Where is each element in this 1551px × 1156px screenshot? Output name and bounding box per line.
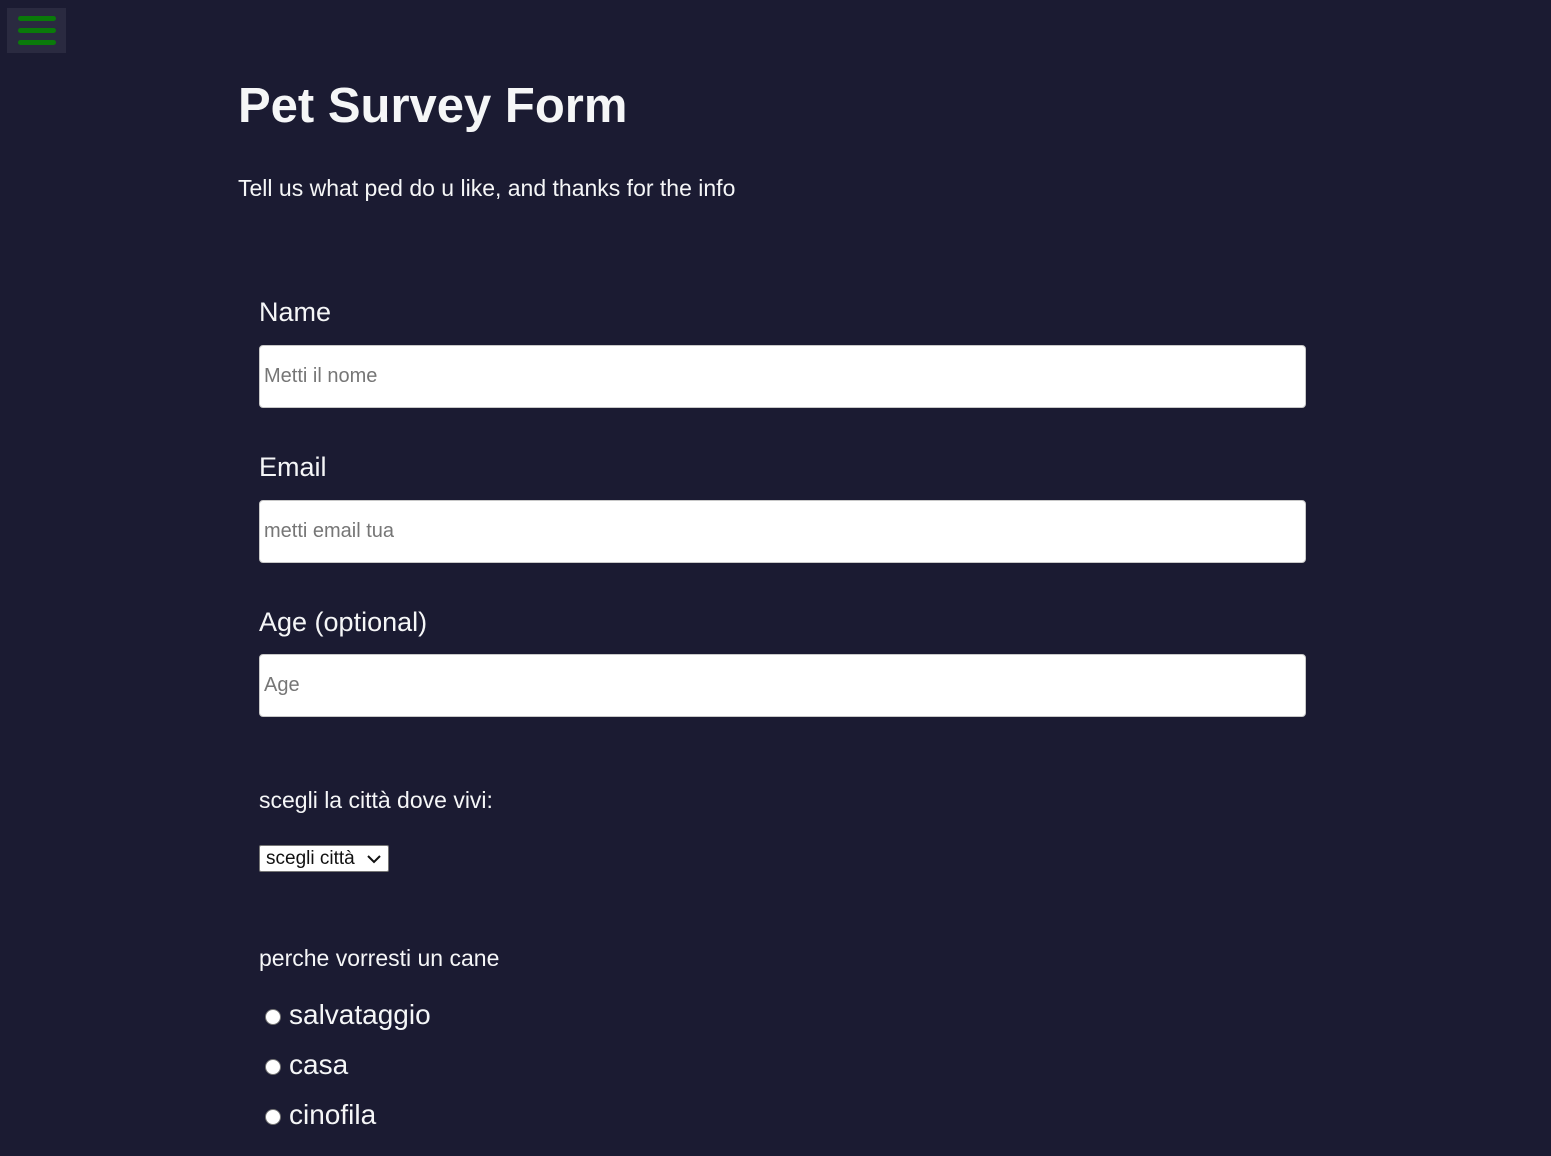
email-label: Email (259, 452, 327, 482)
name-label: Name (259, 297, 332, 327)
hamburger-menu-icon-bar (17, 16, 56, 21)
page-description: Tell us what ped do u like, and thanks f… (238, 175, 736, 201)
radio-button[interactable] (265, 1059, 281, 1075)
menu-toggle-button[interactable] (7, 8, 66, 53)
radio-option-label: salvataggio (289, 999, 431, 1030)
chevron-down-icon (367, 854, 381, 863)
radio-option-label: casa (289, 1049, 349, 1080)
page-title: Pet Survey Form (238, 79, 628, 133)
age-label: Age (optional) (259, 607, 428, 637)
city-select[interactable]: scegli città (259, 845, 389, 872)
radio-option-casa[interactable]: casa (265, 1048, 348, 1082)
email-input[interactable] (259, 500, 1306, 563)
radio-button[interactable] (265, 1009, 281, 1025)
radio-button[interactable] (265, 1109, 281, 1125)
radio-option-salvataggio[interactable]: salvataggio (265, 998, 431, 1032)
age-input[interactable] (259, 654, 1306, 717)
radio-option-label: cinofila (289, 1099, 377, 1130)
city-label: scegli la città dove vivi: (259, 787, 493, 813)
reason-label: perche vorresti un cane (259, 945, 500, 971)
hamburger-menu-icon-bar (17, 40, 56, 45)
city-select-value: scegli città (266, 848, 355, 869)
name-input[interactable] (259, 345, 1306, 408)
radio-option-cinofila[interactable]: cinofila (265, 1098, 376, 1132)
hamburger-menu-icon-bar (17, 28, 56, 33)
